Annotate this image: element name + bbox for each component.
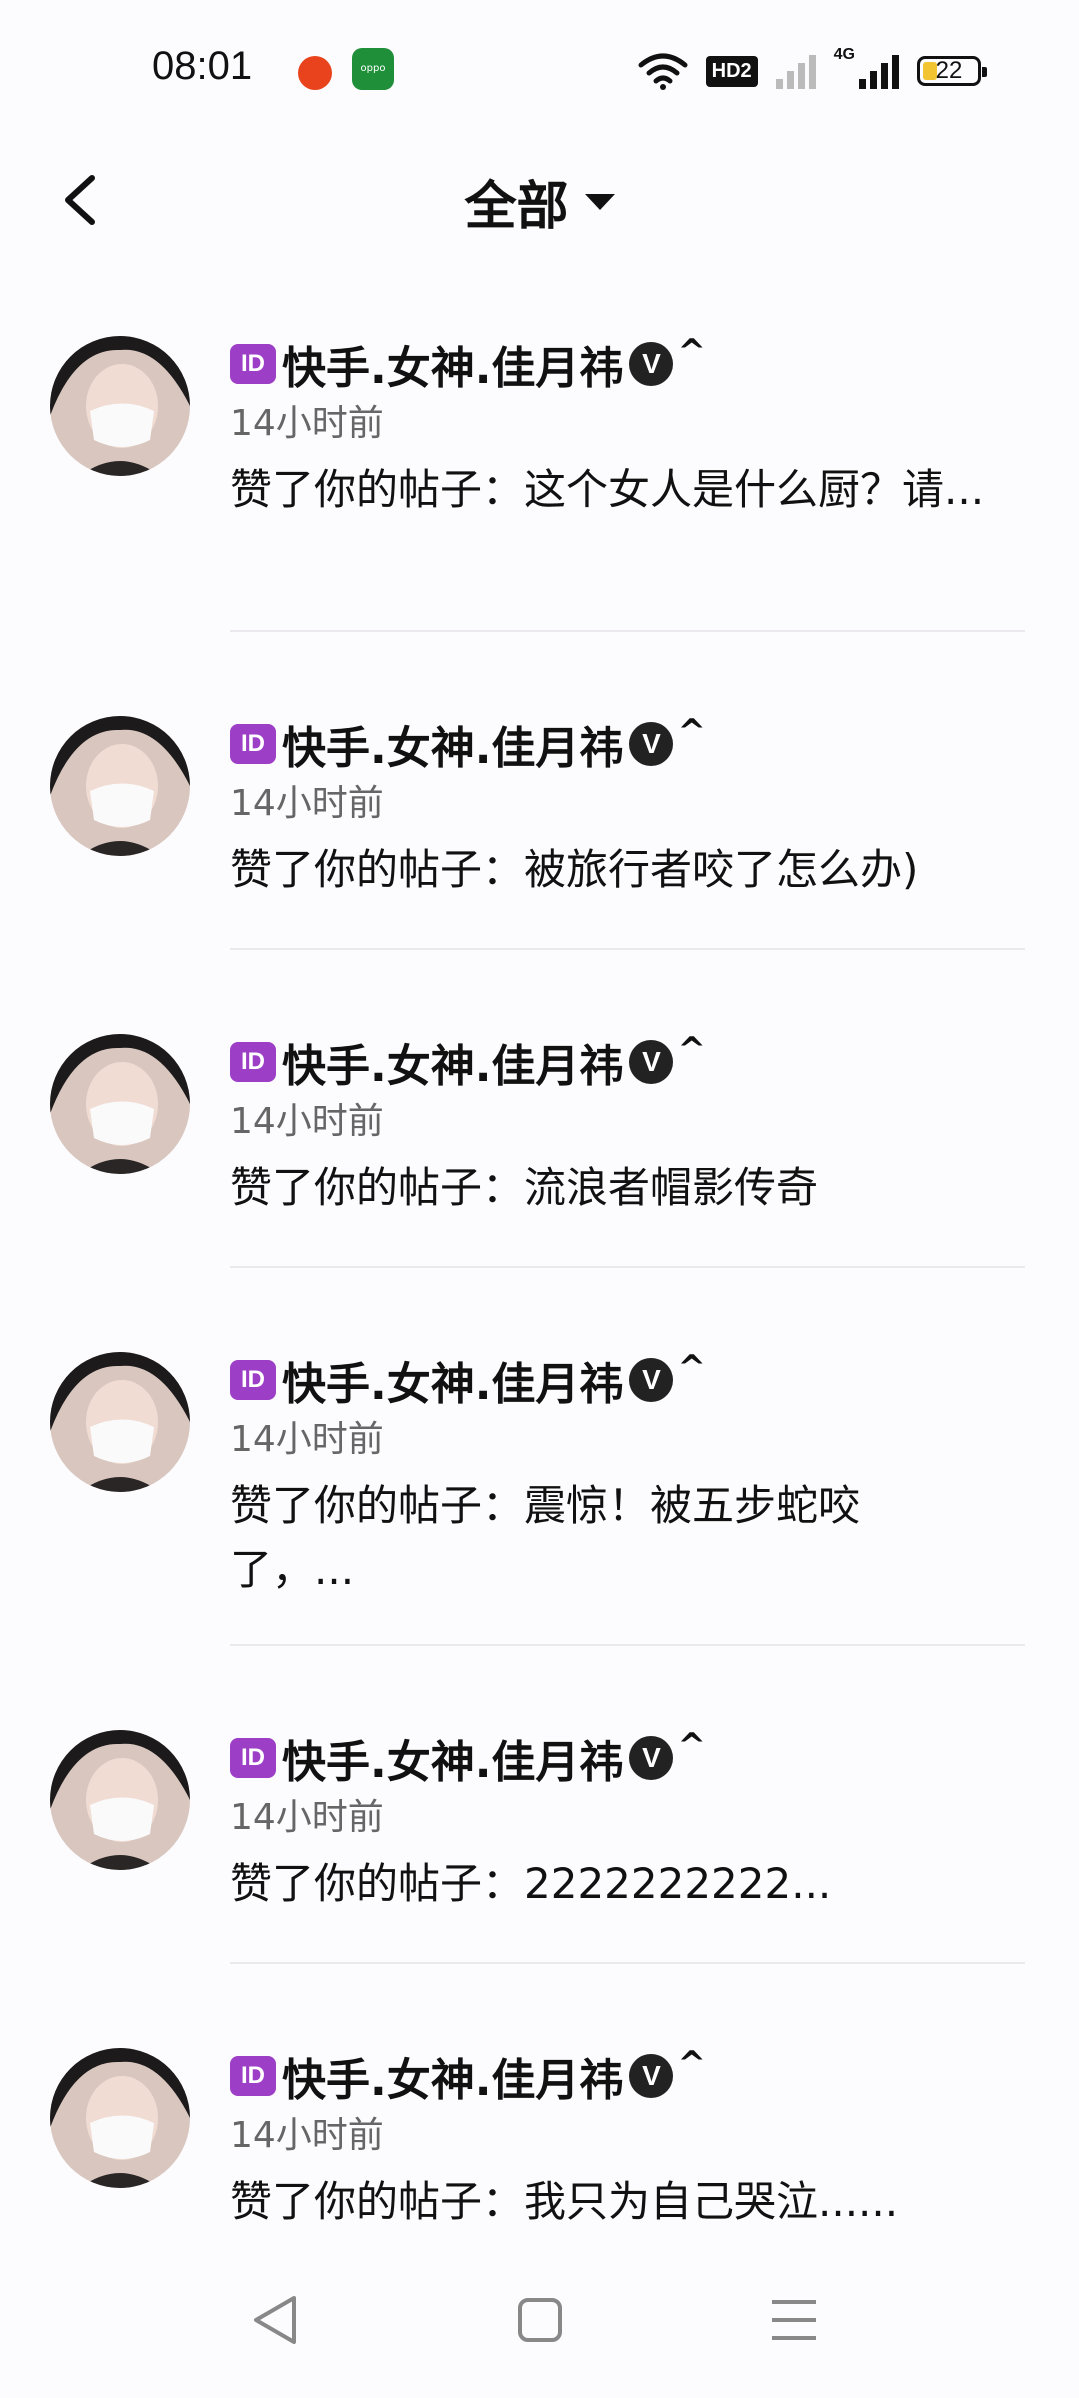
id-badge: ID [230,1360,276,1400]
notification-item[interactable]: ID 快手.女神.佳月祎 V ^ 14小时前 赞了你的帖子：这个女人是什么厨？请… [0,310,1079,632]
time-ago: 14小时前 [230,2115,384,2156]
status-indicators: HD2 4G 22 [638,46,987,96]
user-name[interactable]: 快手.女神.佳月祎 [282,1726,623,1790]
notification-item[interactable]: ID 快手.女神.佳月祎 V ^ 14小时前 赞了你的帖子：被旅行者咬了怎么办) [0,630,1079,950]
user-name-row: ID 快手.女神.佳月祎 V ^ [230,1030,706,1094]
battery-level: 22 [935,57,963,84]
avatar[interactable] [50,1352,190,1492]
time-ago: 14小时前 [230,403,384,444]
id-badge: ID [230,2056,276,2096]
hd-voice-icon: HD2 [705,55,758,87]
user-name[interactable]: 快手.女神.佳月祎 [282,1030,623,1094]
time-ago: 14小时前 [230,783,384,824]
menu-lines-icon[interactable] [754,2280,834,2360]
notification-item[interactable]: ID 快手.女神.佳月祎 V ^ 14小时前 赞了你的帖子：2222222222… [0,1644,1079,1964]
notification-content: 赞了你的帖子：2222222222... [230,1859,832,1908]
id-badge: ID [230,344,276,384]
time-ago: 14小时前 [230,1797,384,1838]
verified-badge: V [629,342,674,386]
user-name[interactable]: 快手.女神.佳月祎 [282,1348,623,1412]
user-name-row: ID 快手.女神.佳月祎 V ^ [230,1726,706,1790]
notification-item[interactable]: ID 快手.女神.佳月祎 V ^ 14小时前 赞了你的帖子：我只为自己哭泣...… [0,1962,1079,2262]
notification-content: 赞了你的帖子：被旅行者咬了怎么办) [230,845,919,894]
id-badge: ID [230,724,276,764]
name-suffix: ^ [677,1348,706,1388]
notification-list: ID 快手.女神.佳月祎 V ^ 14小时前 赞了你的帖子：这个女人是什么厨？请… [0,310,1079,2262]
avatar[interactable] [50,716,190,856]
user-name[interactable]: 快手.女神.佳月祎 [282,2044,623,2108]
notification-content: 赞了你的帖子：这个女人是什么厨？请... [230,465,985,514]
name-suffix: ^ [677,332,706,372]
status-bar: 08:01 oppo HD2 4G 22 [0,0,1079,140]
notification-content: 赞了你的帖子：震惊！被五步蛇咬了，... [230,1481,861,1594]
notification-item[interactable]: ID 快手.女神.佳月祎 V ^ 14小时前 赞了你的帖子：震惊！被五步蛇咬了，… [0,1266,1079,1646]
signal-sim2-icon [859,53,899,89]
oppo-app-icon: oppo [352,48,394,90]
time-ago: 14小时前 [230,1101,384,1142]
avatar[interactable] [50,1730,190,1870]
battery-icon: 22 [917,56,987,86]
verified-badge: V [629,2054,674,2098]
back-triangle-icon[interactable] [236,2280,316,2360]
user-name-row: ID 快手.女神.佳月祎 V ^ [230,712,706,776]
verified-badge: V [629,1040,674,1084]
network-type-label: 4G [833,46,855,63]
status-time: 08:01 [152,44,253,88]
name-suffix: ^ [677,2044,706,2084]
notification-content: 赞了你的帖子：我只为自己哭泣...... [230,2177,899,2226]
user-name[interactable]: 快手.女神.佳月祎 [282,332,623,396]
caret-down-icon [584,193,615,210]
signal-sim1-icon [775,53,816,89]
id-badge: ID [230,1738,276,1778]
user-name-row: ID 快手.女神.佳月祎 V ^ [230,1348,706,1412]
avatar[interactable] [50,336,190,476]
filter-dropdown[interactable]: 全部 [0,164,1079,239]
name-suffix: ^ [677,712,706,752]
name-suffix: ^ [677,1726,706,1766]
time-ago: 14小时前 [230,1419,384,1460]
user-name-row: ID 快手.女神.佳月祎 V ^ [230,2044,706,2108]
header: 全部 [0,150,1079,250]
id-badge: ID [230,1042,276,1082]
avatar[interactable] [50,2048,190,2188]
user-name[interactable]: 快手.女神.佳月祎 [282,712,623,776]
user-name-row: ID 快手.女神.佳月祎 V ^ [230,332,706,396]
avatar[interactable] [50,1034,190,1174]
home-square-icon[interactable] [500,2280,580,2360]
page-title: 全部 [464,177,569,237]
verified-badge: V [629,722,674,766]
app-notification-icon [298,56,332,90]
notification-content: 赞了你的帖子：流浪者帽影传奇 [230,1163,819,1212]
notification-item[interactable]: ID 快手.女神.佳月祎 V ^ 14小时前 赞了你的帖子：流浪者帽影传奇 [0,948,1079,1268]
wifi-icon [638,53,688,90]
name-suffix: ^ [677,1030,706,1070]
system-nav-bar [0,2280,1079,2370]
verified-badge: V [629,1358,674,1402]
verified-badge: V [629,1736,674,1780]
